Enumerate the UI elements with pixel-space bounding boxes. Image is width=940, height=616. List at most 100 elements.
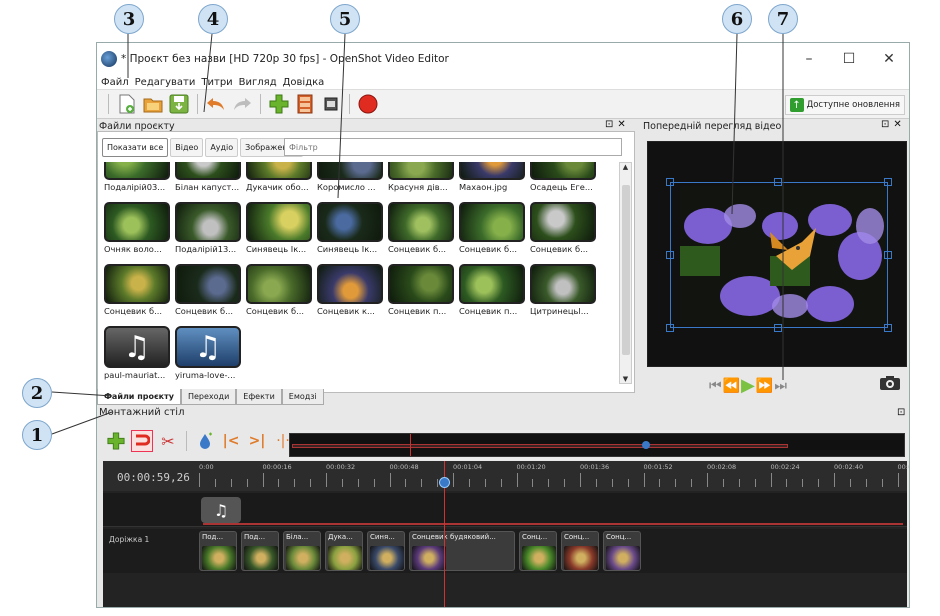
timeline-clip[interactable]: Дука... [325, 531, 363, 571]
window-title: * Проєкт без назви [HD 720p 30 fps] - Op… [121, 53, 449, 65]
menu-view[interactable]: Вигляд [239, 77, 277, 88]
file-name-label: Сонцевик п... [459, 306, 518, 316]
transform-handle[interactable] [774, 178, 782, 186]
files-scrollbar[interactable]: ▲ ▼ [619, 162, 632, 384]
camera-icon[interactable] [879, 375, 901, 394]
undo-icon[interactable] [205, 93, 227, 115]
file-thumbnail[interactable]: Сонцевик б... [388, 202, 454, 254]
playhead-handle[interactable] [439, 477, 450, 488]
jump-start-icon[interactable]: ⏮ [709, 378, 722, 394]
file-thumbnail[interactable]: ♫ yiruma-love-... [175, 326, 241, 380]
timeline-clip[interactable]: Сонц... [561, 531, 599, 571]
filter-input[interactable] [284, 138, 622, 156]
razor-icon[interactable]: ✂ [157, 430, 179, 452]
file-thumbnail[interactable]: Красуня дів... [388, 162, 454, 192]
rewind-icon[interactable]: ⏪ [723, 378, 740, 394]
snapping-icon[interactable] [131, 430, 153, 452]
timeline-clip[interactable]: Под... [241, 531, 279, 571]
file-thumbnail[interactable]: Сонцевик к... [317, 264, 383, 316]
timeline-clip[interactable]: Под... [199, 531, 237, 571]
filter-tab-audio[interactable]: Аудіо [205, 138, 239, 157]
music-note-icon[interactable]: ♫ [201, 497, 241, 523]
timeline-ruler[interactable]: 00:00:59,26 0:00 00:00:16 00:00:32 00:00:48… [103, 461, 909, 491]
file-thumbnail[interactable]: Дукачик обо... [246, 162, 312, 192]
fullscreen-icon[interactable] [320, 93, 342, 115]
transform-handle[interactable] [774, 324, 782, 332]
jump-end-icon[interactable]: ⏭ [774, 378, 787, 394]
transform-frame[interactable] [670, 182, 888, 328]
export-video-icon[interactable] [357, 93, 379, 115]
file-thumbnail[interactable]: Сонцевик б... [175, 264, 241, 316]
file-thumbnail[interactable]: Очняк воло... [104, 202, 170, 254]
timeline-overview[interactable] [289, 433, 905, 457]
file-thumbnail[interactable]: Сонцевик б... [530, 202, 596, 254]
transform-handle[interactable] [884, 178, 892, 186]
tab-effects[interactable]: Ефекти [236, 389, 282, 405]
transform-handle[interactable] [884, 324, 892, 332]
timeline-dock-button[interactable]: ⊡ [897, 407, 909, 418]
add-track-icon[interactable] [105, 430, 127, 452]
file-thumbnail[interactable]: Сонцевик б... [104, 264, 170, 316]
file-thumbnail[interactable]: ♫ paul-mauriat... [104, 326, 170, 380]
menu-file[interactable]: Файл [101, 77, 129, 88]
tab-emoji[interactable]: Емодзі [281, 389, 324, 405]
clip-label: Синя... [370, 533, 395, 541]
timeline-clip[interactable]: Біла... [283, 531, 321, 571]
save-project-icon[interactable] [168, 93, 190, 115]
file-thumbnail[interactable]: Сонцевик б... [459, 202, 525, 254]
file-thumbnail[interactable]: Сонцевик п... [459, 264, 525, 316]
transform-handle[interactable] [666, 251, 674, 259]
file-thumbnail[interactable]: Махаон.jpg [459, 162, 525, 192]
menu-titles[interactable]: Титри [201, 77, 232, 88]
file-thumbnail[interactable]: Білан капуст... [175, 162, 241, 192]
timeline-clip[interactable]: Сонцевик будяковий... [409, 531, 515, 571]
overview-handle[interactable] [642, 441, 650, 449]
timeline-clip[interactable]: Сонц... [519, 531, 557, 571]
scroll-up-icon[interactable]: ▲ [620, 163, 631, 171]
fast-forward-icon[interactable]: ⏩ [756, 378, 773, 394]
file-thumbnail[interactable]: Осадець Еге... [530, 162, 596, 192]
tab-project-files[interactable]: Файли проєкту [97, 389, 181, 405]
update-available-button[interactable]: ↑ Доступне оновлення [784, 95, 905, 115]
tab-transitions[interactable]: Переходи [180, 389, 237, 405]
transform-handle[interactable] [666, 324, 674, 332]
add-marker-icon[interactable] [194, 430, 216, 452]
preview-panel-dock-buttons[interactable]: ⊡✕ [881, 119, 906, 130]
timeline-clip[interactable]: Синя... [367, 531, 405, 571]
ruler-tick [516, 473, 518, 487]
timeline-clip[interactable]: Сонц... [603, 531, 641, 571]
file-thumbnail[interactable]: Цитринецьl... [530, 264, 596, 316]
butterfly-image-thumbnail [246, 162, 312, 180]
import-files-icon[interactable] [268, 93, 290, 115]
file-thumbnail[interactable]: Коромисло ... [317, 162, 383, 192]
file-thumbnail[interactable]: Синявець Ік... [317, 202, 383, 254]
open-project-icon[interactable] [142, 93, 164, 115]
transform-handle[interactable] [666, 178, 674, 186]
minimize-button[interactable]: – [789, 43, 829, 75]
transform-handle[interactable] [884, 251, 892, 259]
new-project-icon[interactable] [116, 93, 138, 115]
profile-icon[interactable] [294, 93, 316, 115]
file-thumbnail[interactable]: Сонцевик б... [246, 264, 312, 316]
file-thumbnail[interactable]: Сонцевик п... [388, 264, 454, 316]
filter-tab-all[interactable]: Показати все [102, 138, 169, 157]
scrollbar-thumb[interactable] [622, 185, 630, 355]
file-thumbnail[interactable]: Синявець Ік... [246, 202, 312, 254]
scroll-down-icon[interactable]: ▼ [620, 375, 631, 383]
previous-marker-icon[interactable]: |< [220, 430, 242, 452]
filter-tab-video[interactable]: Відео [170, 138, 204, 157]
file-name-label: Сонцевик б... [530, 244, 589, 254]
play-icon[interactable]: ▶ [741, 375, 755, 396]
close-button[interactable]: ✕ [869, 43, 909, 75]
file-thumbnail[interactable]: Подалірій13... [175, 202, 241, 254]
file-thumbnail[interactable]: Подалірій03... [104, 162, 170, 192]
playhead[interactable] [439, 461, 450, 607]
ruler-tick [294, 479, 296, 487]
next-marker-icon[interactable]: >| [246, 430, 268, 452]
menu-edit[interactable]: Редагувати [135, 77, 196, 88]
maximize-button[interactable]: ☐ [829, 43, 869, 75]
files-panel-dock-buttons[interactable]: ⊡✕ [605, 119, 630, 130]
menu-help[interactable]: Довідка [283, 77, 325, 88]
title-bar: * Проєкт без назви [HD 720p 30 fps] - Op… [97, 43, 909, 75]
redo-icon[interactable] [231, 93, 253, 115]
